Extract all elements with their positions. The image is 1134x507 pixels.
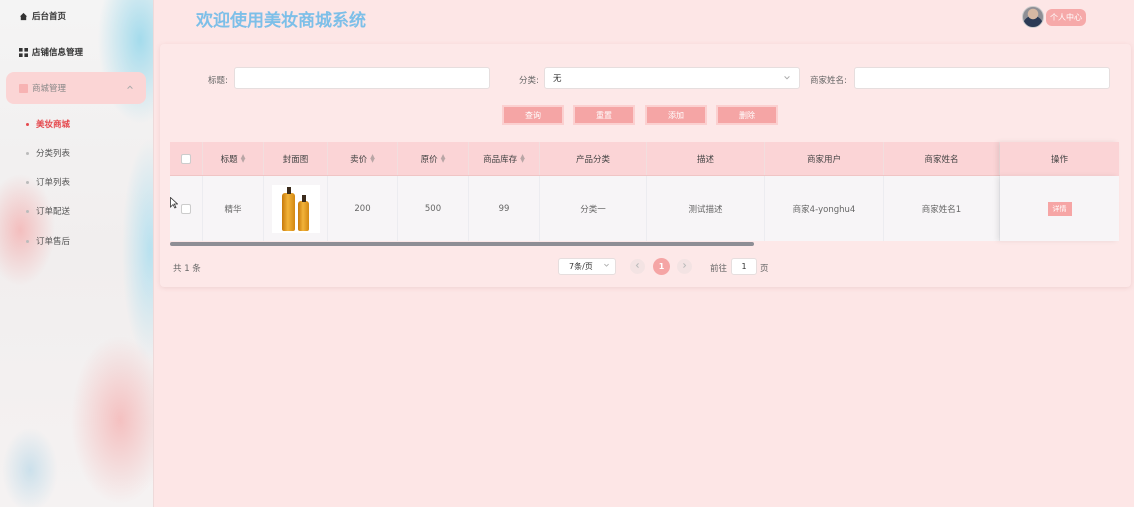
sidebar-item-store-info[interactable]: 店铺信息管理: [6, 36, 146, 68]
column-header-cover: 封面图: [264, 142, 328, 175]
chevron-left-icon: [634, 262, 641, 272]
goto-suffix: 页: [760, 264, 769, 274]
bullet-icon: [26, 122, 29, 126]
column-header-label: 标题: [220, 154, 238, 165]
sidebar-subitem-order-list[interactable]: 订单列表: [26, 174, 70, 190]
cell-category: 分类一: [540, 176, 647, 241]
cell-original-price: 500: [398, 176, 469, 241]
sort-icon[interactable]: ▲ ▼: [241, 153, 246, 163]
chevron-right-icon: [681, 262, 688, 272]
sidebar-subitem-label: 订单售后: [36, 237, 71, 247]
cell-description: 测试描述: [647, 176, 765, 241]
bullet-icon: [26, 151, 29, 155]
cell-actions: 详情: [1000, 176, 1119, 241]
sidebar-item-label: 商城管理: [32, 84, 67, 94]
page-size-value: 7条/页: [569, 262, 593, 271]
sidebar: 后台首页 店铺信息管理 商城管理 美妆商城 分类列表 订单列表 订单配送 订单售…: [0, 0, 154, 507]
column-header-stock[interactable]: 商品库存 ▲ ▼: [469, 142, 540, 175]
table-row[interactable]: 精华 200 500 99 分类一 测试描述 商家4-yonghu4 商家姓名1: [170, 176, 1119, 241]
goto-page-value: 1: [741, 262, 747, 271]
avatar[interactable]: [1022, 6, 1044, 28]
column-header-label: 商家用户: [806, 154, 841, 165]
chevron-down-icon: [783, 74, 791, 84]
sidebar-subitem-label: 分类列表: [36, 149, 71, 159]
page-size-select[interactable]: 7条/页: [558, 258, 616, 275]
product-image[interactable]: [271, 184, 320, 233]
chevron-up-icon: [126, 83, 134, 93]
sort-icon[interactable]: ▲ ▼: [520, 153, 525, 163]
goto-page-input[interactable]: 1: [731, 258, 757, 275]
column-header-label: 描述: [696, 154, 714, 165]
reset-button[interactable]: 重置: [573, 105, 635, 125]
total-count: 共 1 条: [173, 264, 201, 274]
column-header-label: 商品库存: [483, 154, 518, 165]
sort-icon[interactable]: ▲ ▼: [370, 153, 375, 163]
cell-stock: 99: [469, 176, 540, 241]
sidebar-subitem-label: 订单配送: [36, 207, 71, 217]
cell-merchant-name: 商家姓名1: [884, 176, 1000, 241]
column-header-label: 商家姓名: [924, 154, 959, 165]
home-icon: [19, 12, 28, 21]
next-page-button[interactable]: [677, 259, 692, 274]
category-select-value: 无: [553, 74, 562, 84]
horizontal-scrollbar[interactable]: [170, 242, 754, 246]
detail-button[interactable]: 详情: [1047, 201, 1072, 216]
sidebar-item-home[interactable]: 后台首页: [6, 0, 146, 32]
select-all-checkbox[interactable]: [181, 153, 191, 164]
row-checkbox[interactable]: [181, 203, 191, 214]
menu-icon: [19, 83, 28, 93]
delete-button[interactable]: 删除: [716, 105, 778, 125]
column-header-title[interactable]: 标题 ▲ ▼: [203, 142, 264, 175]
bullet-icon: [26, 239, 29, 243]
title-filter-input[interactable]: [234, 67, 490, 89]
sidebar-subitem-after-sales[interactable]: 订单售后: [26, 233, 70, 249]
bullet-icon: [26, 209, 29, 213]
table-header: 标题 ▲ ▼ 封面图 卖价 ▲ ▼ 原价 ▲ ▼ 商品库存 ▲ ▼ 产品分类 描述 商家…: [170, 142, 1119, 176]
cell-price: 200: [328, 176, 398, 241]
goto-prefix: 前往: [710, 264, 728, 274]
sidebar-subitem-order-delivery[interactable]: 订单配送: [26, 203, 70, 219]
bottle-image: [282, 192, 295, 231]
sidebar-subitem-label: 美妆商城: [36, 120, 71, 130]
cell-title: 精华: [203, 176, 264, 241]
column-header-label: 操作: [1050, 155, 1068, 165]
select-all-cell: [170, 142, 203, 175]
bottle-image: [298, 200, 309, 231]
column-header-label: 封面图: [282, 154, 309, 165]
column-header-description: 描述: [647, 142, 765, 175]
category-filter-label: 分类:: [519, 76, 539, 86]
merchant-filter-input[interactable]: [854, 67, 1110, 89]
chevron-down-icon: [603, 262, 610, 271]
column-header-price[interactable]: 卖价 ▲ ▼: [328, 142, 398, 175]
column-header-merchant-user: 商家用户: [765, 142, 884, 175]
column-header-actions: 操作: [1000, 142, 1119, 176]
grid-icon: [19, 47, 28, 57]
column-header-original-price[interactable]: 原价 ▲ ▼: [398, 142, 469, 175]
sidebar-item-label: 后台首页: [32, 12, 67, 22]
category-select[interactable]: 无: [544, 67, 800, 89]
query-button[interactable]: 查询: [502, 105, 564, 125]
column-header-label: 产品分类: [575, 154, 610, 165]
sidebar-subitem-label: 订单列表: [36, 178, 71, 188]
sidebar-item-label: 店铺信息管理: [32, 48, 84, 58]
sort-icon[interactable]: ▲ ▼: [441, 153, 446, 163]
bullet-icon: [26, 180, 29, 184]
column-header-label: 卖价: [350, 154, 368, 165]
prev-page-button[interactable]: [630, 259, 645, 274]
column-header-label: 原价: [420, 154, 438, 165]
sidebar-subitem-beauty-mall[interactable]: 美妆商城: [26, 116, 70, 132]
column-header-merchant-name: 商家姓名: [884, 142, 1000, 175]
mouse-cursor-icon: [170, 196, 179, 209]
page-title: 欢迎使用美妆商城系统: [196, 11, 366, 31]
add-button[interactable]: 添加: [645, 105, 707, 125]
column-header-category: 产品分类: [540, 142, 647, 175]
cell-merchant-user: 商家4-yonghu4: [765, 176, 884, 241]
merchant-filter-label: 商家姓名:: [810, 76, 847, 86]
sidebar-subitem-category-list[interactable]: 分类列表: [26, 145, 70, 161]
page-number-button[interactable]: 1: [653, 258, 670, 275]
cell-cover: [264, 176, 328, 241]
sidebar-item-mall[interactable]: 商城管理: [6, 72, 146, 104]
profile-button[interactable]: 个人中心: [1046, 9, 1086, 26]
title-filter-label: 标题:: [208, 76, 228, 86]
